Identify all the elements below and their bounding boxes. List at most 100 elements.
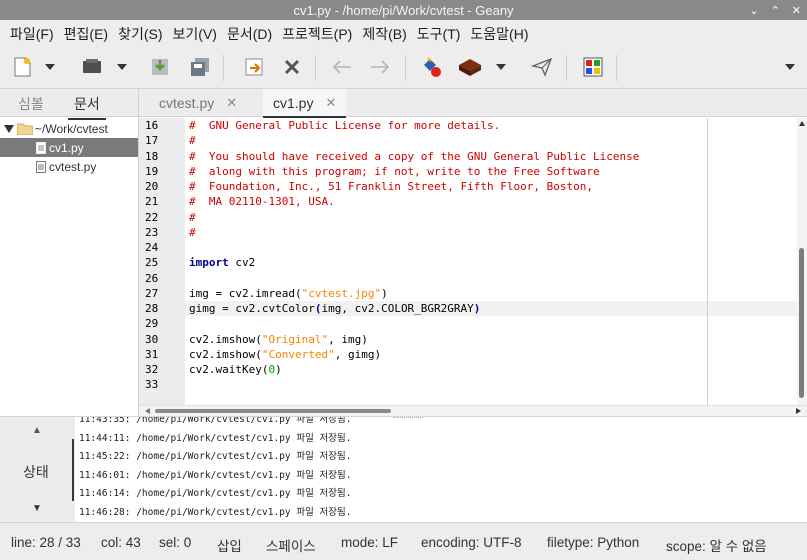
build-dropdown-arrow-icon[interactable] — [493, 54, 509, 80]
toolbar-separator — [566, 55, 567, 81]
code-line[interactable]: # GNU General Public License for more de… — [185, 118, 797, 133]
status-eol-mode: mode: LF — [341, 535, 399, 550]
code-area[interactable]: # GNU General Public License for more de… — [185, 118, 797, 408]
menu-project[interactable]: 프로젝트(P) — [277, 24, 357, 44]
code-line[interactable]: gimg = cv2.cvtColor(img, cv2.COLOR_BGR2G… — [185, 301, 797, 317]
menu-tools[interactable]: 도구(T) — [412, 24, 466, 44]
new-file-icon[interactable] — [8, 54, 36, 80]
new-file-dropdown-arrow-icon[interactable] — [42, 54, 58, 80]
code-token: ) — [381, 286, 388, 300]
scroll-right-icon[interactable] — [796, 408, 801, 414]
code-token: # MA 02110-1301, USA. — [189, 195, 335, 209]
vertical-scroll-thumb[interactable] — [799, 248, 804, 398]
scroll-tabs-up-icon[interactable]: ▲ — [32, 425, 42, 436]
menu-edit[interactable]: 편집(E) — [59, 24, 113, 44]
status-message: 11:46:14: /home/pi/Work/cvtest/cv1.py 파일… — [79, 488, 352, 499]
horizontal-scrollbar[interactable] — [139, 405, 807, 416]
expander-down-icon[interactable] — [4, 124, 14, 133]
line-number: 29 — [145, 317, 159, 331]
scroll-left-icon[interactable] — [145, 408, 150, 414]
minimize-button[interactable]: ⌄ — [749, 4, 758, 17]
code-line[interactable]: # — [185, 133, 797, 148]
back-arrow-icon[interactable] — [328, 54, 356, 80]
code-token: ) — [473, 302, 481, 315]
tab-cv1[interactable]: cv1.py ✕ — [263, 89, 347, 118]
vertical-scrollbar[interactable] — [797, 118, 807, 408]
tab-close-icon[interactable]: ✕ — [325, 95, 336, 111]
revert-icon[interactable] — [240, 54, 268, 80]
folder-label: ~/Work/cvtest — [35, 121, 108, 136]
save-icon[interactable] — [146, 54, 174, 80]
close-icon[interactable] — [278, 54, 306, 80]
code-token: # GNU General Public License for more de… — [189, 119, 501, 132]
code-token: # — [189, 134, 196, 148]
code-token: "cvtest.jpg" — [301, 286, 382, 300]
line-number: 20 — [145, 180, 159, 193]
menu-build[interactable]: 제작(B) — [357, 24, 411, 44]
code-line[interactable]: # — [185, 210, 797, 225]
menu-search[interactable]: 찾기(S) — [113, 24, 167, 44]
close-window-button[interactable]: ✕ — [792, 4, 801, 17]
code-line[interactable] — [185, 377, 797, 392]
forward-arrow-icon[interactable] — [366, 54, 394, 80]
tab-cvtest[interactable]: cvtest.py ✕ — [149, 89, 247, 117]
tab-documents[interactable]: 문서 — [68, 94, 106, 120]
status-column: col: 43 — [101, 535, 141, 550]
status-messages[interactable]: 11:43:35: /home/pi/Work/cvtest/cv1.py 파일… — [75, 416, 807, 522]
tab-symbols[interactable]: 심볼 — [18, 94, 44, 114]
open-file-icon[interactable] — [78, 54, 106, 80]
code-line[interactable]: img = cv2.imread("cvtest.jpg") — [185, 286, 797, 301]
code-line[interactable]: # You should have received a copy of the… — [185, 149, 797, 164]
code-line[interactable]: import cv2 — [185, 255, 797, 270]
build-icon[interactable] — [456, 54, 484, 80]
tree-file-cv1[interactable]: cv1.py — [0, 138, 138, 157]
status-encoding: encoding: UTF-8 — [421, 535, 522, 550]
document-tree: ~/Work/cvtest cv1.py cvtest.py — [0, 119, 138, 176]
menu-file[interactable]: 파일(F) — [5, 24, 59, 44]
code-line[interactable]: # MA 02110-1301, USA. — [185, 194, 797, 209]
compile-icon[interactable] — [418, 54, 446, 80]
tab-status[interactable]: 상태 — [23, 462, 49, 482]
window-title: cv1.py - /home/pi/Work/cvtest - Geany — [293, 2, 514, 18]
code-token: , gimg) — [334, 347, 382, 361]
status-selection: sel: 0 — [159, 535, 192, 550]
color-chooser-icon[interactable] — [579, 54, 607, 80]
tab-close-icon[interactable]: ✕ — [226, 95, 237, 111]
toolbar-separator — [315, 55, 316, 81]
status-message: 11:45:22: /home/pi/Work/cvtest/cv1.py 파일… — [79, 451, 352, 462]
save-all-icon[interactable] — [186, 54, 214, 80]
active-tab-indicator — [72, 439, 74, 501]
code-line[interactable]: # Foundation, Inc., 51 Franklin Street, … — [185, 179, 797, 194]
code-line[interactable]: cv2.waitKey(0) — [185, 362, 797, 377]
pane-resize-handle[interactable] — [393, 417, 423, 419]
menu-help[interactable]: 도움말(H) — [465, 24, 533, 44]
tree-file-cvtest[interactable]: cvtest.py — [0, 157, 138, 176]
code-line[interactable] — [185, 316, 797, 331]
status-message: 11:46:28: /home/pi/Work/cvtest/cv1.py 파일… — [79, 506, 352, 518]
code-line[interactable]: # — [185, 225, 797, 240]
status-message: 11:43:35: /home/pi/Work/cvtest/cv1.py 파일… — [79, 416, 352, 425]
sidebar-tabs: 심볼 문서 — [0, 89, 138, 120]
code-line[interactable]: cv2.imshow("Converted", gimg) — [185, 347, 797, 362]
line-number: 16 — [145, 119, 159, 132]
execute-icon[interactable] — [528, 54, 556, 80]
horizontal-scroll-thumb[interactable] — [155, 409, 391, 413]
menu-view[interactable]: 보기(V) — [168, 24, 222, 44]
code-line[interactable]: # along with this program; if not, write… — [185, 164, 797, 179]
overflow-arrow-icon[interactable] — [780, 54, 800, 80]
maximize-button[interactable]: ⌃ — [771, 4, 780, 17]
tree-folder-row[interactable]: ~/Work/cvtest — [0, 119, 138, 138]
code-line[interactable] — [185, 271, 797, 286]
line-number: 22 — [145, 210, 159, 224]
menu-document[interactable]: 문서(D) — [222, 24, 277, 44]
code-line[interactable]: cv2.imshow("Original", img) — [185, 332, 797, 347]
code-line[interactable] — [185, 240, 797, 255]
code-token: # — [189, 225, 196, 239]
code-token: "Original" — [261, 332, 329, 346]
open-dropdown-arrow-icon[interactable] — [114, 54, 130, 80]
scroll-up-icon[interactable] — [799, 121, 805, 126]
scroll-tabs-down-icon[interactable]: ▼ — [32, 503, 42, 514]
code-token: cv2.imshow( — [189, 332, 262, 346]
toolbar-separator — [616, 55, 617, 81]
status-line: line: 28 / 33 — [11, 535, 81, 550]
